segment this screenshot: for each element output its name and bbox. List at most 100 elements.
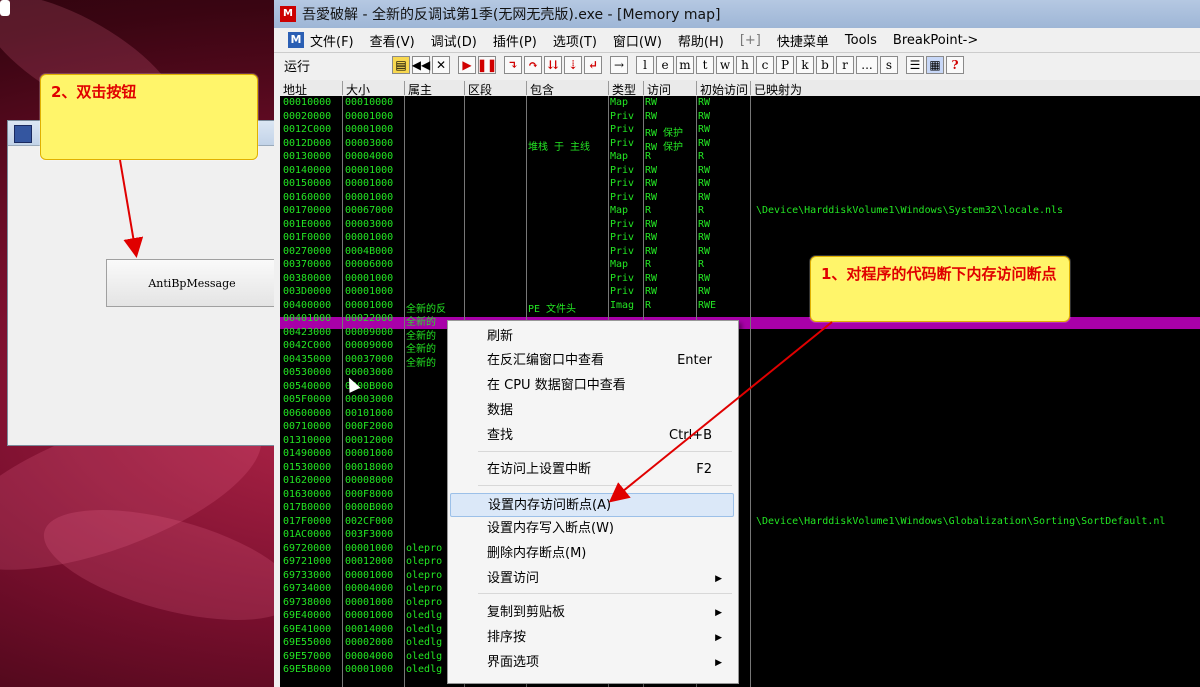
context-menu-item[interactable]: 删除内存断点(M) bbox=[450, 542, 734, 566]
table-row[interactable]: 00600000 00101000 bbox=[280, 408, 1200, 422]
context-menu-item[interactable]: 刷新 bbox=[450, 325, 734, 349]
open-folder-icon[interactable]: ▤ bbox=[392, 56, 410, 74]
table-row[interactable]: 00423000 00009000 全新的 bbox=[280, 327, 1200, 342]
col-size[interactable]: 大小 bbox=[342, 81, 370, 97]
table-row[interactable]: 0012C000 00001000 Priv RW 保护 RW bbox=[280, 124, 1200, 139]
table-row[interactable]: 00010000 00010000 Map RW RW bbox=[280, 97, 1200, 111]
window-icon[interactable]: ▦ bbox=[926, 56, 944, 74]
context-menu-item[interactable]: 在 CPU 数据窗口中查看 bbox=[450, 374, 734, 398]
ollydbg-titlebar[interactable]: M 吾愛破解 - 全新的反调试第1季(无网无壳版).exe - [Memory … bbox=[274, 0, 1200, 28]
table-row[interactable]: 001F0000 00001000 Priv RW RW bbox=[280, 232, 1200, 246]
table-row[interactable]: 69734000 00004000 olepro bbox=[280, 583, 1200, 597]
context-menu-item[interactable]: 设置访问 ▶ bbox=[450, 567, 734, 591]
menu-debug[interactable]: 调试(D) bbox=[431, 31, 477, 50]
table-row[interactable]: 00130000 00004000 Map R R bbox=[280, 151, 1200, 165]
col-initial-access[interactable]: 初始访问 bbox=[696, 81, 748, 97]
table-row[interactable]: 00160000 00001000 Priv RW RW bbox=[280, 192, 1200, 206]
help-icon[interactable]: ? bbox=[946, 56, 964, 74]
context-menu-item[interactable]: 设置内存写入断点(W) bbox=[450, 517, 734, 541]
context-menu-item[interactable]: 界面选项 ▶ bbox=[450, 651, 734, 675]
toolbar-e-button[interactable]: e bbox=[656, 56, 674, 74]
table-row[interactable]: 69720000 00001000 olepro bbox=[280, 543, 1200, 557]
context-menu-item[interactable]: 在访问上设置中断 F2 bbox=[450, 458, 734, 482]
table-row[interactable]: 017B0000 0000B000 bbox=[280, 502, 1200, 516]
table-row[interactable]: 00540000 0000B000 bbox=[280, 381, 1200, 395]
mdi-icon[interactable]: M bbox=[288, 32, 304, 48]
menu-help[interactable]: 帮助(H) bbox=[678, 31, 724, 50]
execute-till-return-icon[interactable]: ↵ bbox=[584, 56, 602, 74]
toolbar-b-button[interactable]: b bbox=[816, 56, 834, 74]
step-into-icon[interactable]: ↴ bbox=[504, 56, 522, 74]
context-menu-item[interactable]: 排序按 ▶ bbox=[450, 626, 734, 650]
col-type[interactable]: 类型 bbox=[608, 81, 636, 97]
step-over-icon[interactable]: ↷ bbox=[524, 56, 542, 74]
table-row[interactable]: 69721000 00012000 olepro bbox=[280, 556, 1200, 570]
toolbar-h-button[interactable]: h bbox=[736, 56, 754, 74]
goto-icon[interactable]: → bbox=[610, 56, 628, 74]
antibpmessage-button[interactable]: AntiBpMessage bbox=[106, 259, 278, 307]
toolbar-s-button[interactable]: s bbox=[880, 56, 898, 74]
toolbar-k-button[interactable]: k bbox=[796, 56, 814, 74]
list-icon[interactable]: ☰ bbox=[906, 56, 924, 74]
toolbar-more-button[interactable]: ... bbox=[856, 56, 878, 74]
menu-view[interactable]: 查看(V) bbox=[370, 31, 415, 50]
table-row[interactable]: 00170000 00067000 Map R R \Device\HarddiskVol… bbox=[280, 205, 1200, 219]
col-contains[interactable]: 包含 bbox=[526, 81, 554, 97]
table-row[interactable]: 00140000 00001000 Priv RW RW bbox=[280, 165, 1200, 179]
menu-file[interactable]: 文件(F) bbox=[310, 31, 354, 50]
col-address[interactable]: 地址 bbox=[280, 81, 307, 97]
menu-plugins[interactable]: 插件(P) bbox=[493, 31, 537, 50]
table-row[interactable]: 005F0000 00003000 bbox=[280, 394, 1200, 408]
menu-window[interactable]: 窗口(W) bbox=[613, 31, 662, 50]
table-row[interactable]: 69E41000 00014000 oledlg bbox=[280, 624, 1200, 638]
toolbar-r-button[interactable]: r bbox=[836, 56, 854, 74]
context-menu-item[interactable]: 数据 bbox=[450, 399, 734, 423]
context-menu-item[interactable]: 在反汇编窗口中查看 Enter bbox=[450, 349, 734, 373]
table-row[interactable]: 69E57000 00004000 oledlg bbox=[280, 651, 1200, 665]
table-row[interactable]: 01630000 000F8000 bbox=[280, 489, 1200, 503]
menu-tools[interactable]: Tools bbox=[845, 33, 877, 48]
table-row[interactable]: 00435000 00037000 全新的 bbox=[280, 354, 1200, 369]
table-row[interactable]: 00530000 00003000 bbox=[280, 367, 1200, 381]
toolbar-p-button[interactable]: P bbox=[776, 56, 794, 74]
table-row[interactable]: 69733000 00001000 olepro bbox=[280, 570, 1200, 584]
toolbar-w-button[interactable]: w bbox=[716, 56, 734, 74]
col-owner[interactable]: 属主 bbox=[404, 81, 432, 97]
table-row[interactable]: 01620000 00008000 bbox=[280, 475, 1200, 489]
table-row[interactable]: 017F0000 002CF000 \Device\HarddiskVolume1\… bbox=[280, 516, 1200, 530]
toolbar-c-button[interactable]: c bbox=[756, 56, 774, 74]
table-row[interactable]: 69E5B000 00001000 oledlg bbox=[280, 664, 1200, 678]
context-menu-item[interactable]: 设置内存访问断点(A) bbox=[450, 493, 734, 517]
table-row[interactable]: 001E0000 00003000 Priv RW RW bbox=[280, 219, 1200, 233]
col-mapped-as[interactable]: 已映射为 bbox=[750, 81, 802, 97]
trace-over-icon[interactable]: ⇣ bbox=[564, 56, 582, 74]
trace-into-icon[interactable]: ⇊ bbox=[544, 56, 562, 74]
table-row[interactable]: 69738000 00001000 olepro bbox=[280, 597, 1200, 611]
table-row[interactable]: 01AC0000 003F3000 bbox=[280, 529, 1200, 543]
restart-icon[interactable]: ◀◀ bbox=[412, 56, 430, 74]
table-row[interactable]: 01530000 00018000 bbox=[280, 462, 1200, 476]
toolbar-m-button[interactable]: m bbox=[676, 56, 694, 74]
table-row[interactable]: 69E40000 00001000 oledlg bbox=[280, 610, 1200, 624]
table-row[interactable]: 00710000 000F2000 bbox=[280, 421, 1200, 435]
menu-shortcuts[interactable]: 快捷菜单 bbox=[777, 31, 829, 50]
close-icon[interactable]: ✕ bbox=[432, 56, 450, 74]
table-row[interactable]: 01490000 00001000 bbox=[280, 448, 1200, 462]
menu-plus[interactable]: [+] bbox=[740, 33, 761, 48]
menu-options[interactable]: 选项(T) bbox=[553, 31, 597, 50]
run-icon[interactable]: ▶ bbox=[458, 56, 476, 74]
pause-icon[interactable]: ❚❚ bbox=[477, 56, 497, 74]
table-row[interactable]: 01310000 00012000 bbox=[280, 435, 1200, 449]
table-row[interactable]: 0042C000 00009000 全新的 bbox=[280, 340, 1200, 355]
menu-breakpoint[interactable]: BreakPoint-> bbox=[893, 33, 978, 48]
col-section[interactable]: 区段 bbox=[464, 81, 492, 97]
table-row[interactable]: 0012D000 00003000 堆栈 于 主线 Priv RW 保护 RW bbox=[280, 138, 1200, 153]
context-menu-item[interactable]: 复制到剪贴板 ▶ bbox=[450, 601, 734, 625]
context-menu-item[interactable]: 查找 Ctrl+B bbox=[450, 424, 734, 448]
toolbar-t-button[interactable]: t bbox=[696, 56, 714, 74]
memory-map-pane[interactable]: 00010000 00010000 Map RW RW 00020000 00001000 P… bbox=[280, 96, 1200, 687]
table-row[interactable]: 00150000 00001000 Priv RW RW bbox=[280, 178, 1200, 192]
table-row[interactable]: 00020000 00001000 Priv RW RW bbox=[280, 111, 1200, 125]
col-access[interactable]: 访问 bbox=[643, 81, 671, 97]
toolbar-l-button[interactable]: l bbox=[636, 56, 654, 74]
